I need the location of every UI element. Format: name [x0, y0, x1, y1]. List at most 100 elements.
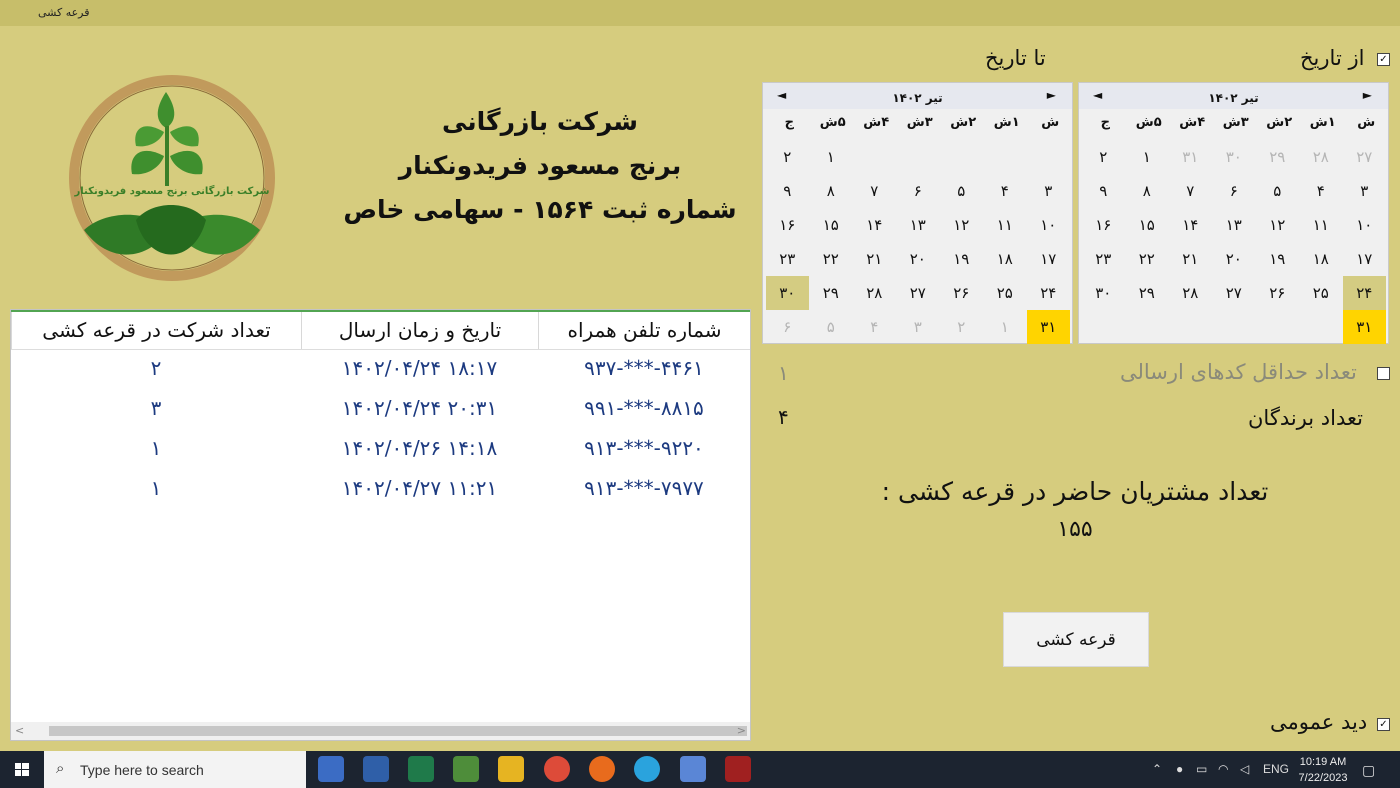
calendar-day[interactable]: ۱۴: [1169, 208, 1213, 242]
calendar-day[interactable]: ۲۱: [853, 242, 897, 276]
calendar-day[interactable]: ۲: [940, 310, 984, 344]
calendar-day[interactable]: ۱۵: [1125, 208, 1169, 242]
calendar-day[interactable]: ۲۱: [1169, 242, 1213, 276]
calendar-day[interactable]: ۲۲: [1125, 242, 1169, 276]
calendar-day[interactable]: ۳۱: [1342, 310, 1386, 344]
firefox-icon[interactable]: [589, 756, 615, 782]
calendar-day[interactable]: ۳: [1343, 174, 1387, 208]
calendar-day[interactable]: ۲۵: [983, 276, 1027, 310]
calendar-day[interactable]: ۱۸: [1299, 242, 1343, 276]
calendar-day[interactable]: ۵: [809, 310, 853, 344]
calendar-day[interactable]: ۶: [1212, 174, 1256, 208]
clock[interactable]: 10:19 AM 7/22/2023: [1290, 754, 1356, 786]
header-phone[interactable]: شماره تلفن همراه: [538, 312, 750, 349]
calendar-day[interactable]: ۱۷: [1027, 242, 1071, 276]
calendar-day[interactable]: ۲۸: [1169, 276, 1213, 310]
winners-value[interactable]: ۴: [778, 405, 789, 429]
draw-lottery-button[interactable]: قرعه کشی: [1003, 612, 1149, 667]
calendar-day[interactable]: ۳: [896, 310, 940, 344]
calendar-day[interactable]: ۲۲: [809, 242, 853, 276]
remote-desktop-icon[interactable]: [363, 756, 389, 782]
calendar-day[interactable]: ۴: [1299, 174, 1343, 208]
calendar-day[interactable]: ۹: [766, 174, 810, 208]
battery-icon[interactable]: ▭: [1196, 762, 1207, 776]
calendar-day[interactable]: ۲۹: [809, 276, 853, 310]
calendar-day[interactable]: ۲۵: [1299, 276, 1343, 310]
calendar-day[interactable]: ۲۳: [1082, 242, 1126, 276]
calendar-day[interactable]: ۳: [1027, 174, 1071, 208]
calendar-day[interactable]: ۸: [1125, 174, 1169, 208]
table-row[interactable]: ۹۱۳-***-۷۹۷۷ ۱۴۰۲/۰۴/۲۷ ۱۱:۲۱ ۱: [11, 468, 750, 508]
network-app-icon[interactable]: [318, 756, 344, 782]
file-explorer-icon[interactable]: [498, 756, 524, 782]
start-button[interactable]: [0, 751, 44, 788]
calendar-day[interactable]: ۱: [809, 140, 853, 174]
min-codes-value[interactable]: ۱: [778, 361, 789, 385]
calendar-day[interactable]: ۱۱: [1299, 208, 1343, 242]
min-codes-checkbox[interactable]: [1377, 367, 1390, 380]
lottery-app-icon[interactable]: [680, 756, 706, 782]
calendar-day[interactable]: ۱۴: [853, 208, 897, 242]
calendar-day[interactable]: ۲۳: [766, 242, 810, 276]
horizontal-scrollbar[interactable]: < >: [11, 722, 750, 740]
calendar-day[interactable]: ۴: [983, 174, 1027, 208]
chrome-icon[interactable]: [544, 756, 570, 782]
calendar-day[interactable]: ۸: [809, 174, 853, 208]
calendar-day[interactable]: ۲۰: [1212, 242, 1256, 276]
calendar-day[interactable]: ۱۲: [940, 208, 984, 242]
calendar-day[interactable]: ۲۹: [1256, 140, 1300, 174]
calendar-day[interactable]: ۱۸: [983, 242, 1027, 276]
calendar-day[interactable]: ۵: [940, 174, 984, 208]
calendar-to[interactable]: ◄ تیر ۱۴۰۲ ► ش ۱ش ۲ش ۳ش ۴ش ۵ش ج ۱ ۲ ۳ ۴ ۵ ۶ ۷ ۸ ۹ ۱۰ ۱۱ ۱…: [762, 82, 1073, 344]
calendar-day[interactable]: ۵: [1256, 174, 1300, 208]
device-manager-icon[interactable]: [408, 756, 434, 782]
scroll-right-icon[interactable]: >: [737, 724, 746, 737]
calendar-day[interactable]: ۲۰: [896, 242, 940, 276]
table-row[interactable]: ۹۹۱-***-۸۸۱۵ ۱۴۰۲/۰۴/۲۴ ۲۰:۳۱ ۳: [11, 388, 750, 428]
recorder-icon[interactable]: [725, 756, 751, 782]
calendar-day[interactable]: ۱۳: [1212, 208, 1256, 242]
calendar-day[interactable]: ۱۷: [1343, 242, 1387, 276]
calendar-day[interactable]: ۳۰: [1082, 276, 1126, 310]
calendar-day[interactable]: ۲۸: [1299, 140, 1343, 174]
calendar-day[interactable]: ۳۱: [1026, 310, 1070, 344]
calendar-day[interactable]: ۲۸: [853, 276, 897, 310]
calendar-from[interactable]: ◄ تیر ۱۴۰۲ ► ش ۱ش ۲ش ۳ش ۴ش ۵ش ج ۲۷ ۲۸ ۲۹ ۳۰ ۳۱ ۱ ۲ ۳ ۴…: [1078, 82, 1389, 344]
wifi-icon[interactable]: ◠: [1218, 762, 1228, 776]
search-input[interactable]: Type here to search: [80, 762, 204, 778]
calendar-day[interactable]: ۳۰: [765, 276, 809, 310]
notification-icon[interactable]: ▢: [1362, 762, 1375, 779]
calendar-day[interactable]: ۲۶: [940, 276, 984, 310]
calendar-day[interactable]: ۶: [766, 310, 810, 344]
calendar-day[interactable]: ۱۶: [766, 208, 810, 242]
calendar-day[interactable]: ۲۷: [1212, 276, 1256, 310]
calendar-day[interactable]: ۲۷: [1343, 140, 1387, 174]
calendar-day[interactable]: ۲: [766, 140, 810, 174]
calendar-day[interactable]: ۲: [1082, 140, 1126, 174]
calendar-day[interactable]: ۱۱: [983, 208, 1027, 242]
calendar-day[interactable]: ۲۴: [1027, 276, 1071, 310]
calendar-day[interactable]: ۱۹: [1256, 242, 1300, 276]
calendar-day[interactable]: ۱: [983, 310, 1027, 344]
calendar-day[interactable]: ۱۵: [809, 208, 853, 242]
calendar-day[interactable]: ۹: [1082, 174, 1126, 208]
language-indicator[interactable]: ENG: [1263, 762, 1289, 776]
table-row[interactable]: ۹۳۷-***-۴۴۶۱ ۱۴۰۲/۰۴/۲۴ ۱۸:۱۷ ۲: [11, 348, 750, 388]
calendar-day[interactable]: ۱۹: [940, 242, 984, 276]
calendar-day[interactable]: ۱۰: [1027, 208, 1071, 242]
volume-icon[interactable]: ◁: [1240, 762, 1249, 776]
general-view-checkbox[interactable]: ✓: [1377, 718, 1390, 731]
calendar-day[interactable]: ۲۶: [1256, 276, 1300, 310]
calendar-day[interactable]: ۱: [1125, 140, 1169, 174]
next-month-icon[interactable]: ►: [1047, 88, 1056, 102]
from-date-checkbox[interactable]: ✓: [1377, 53, 1390, 66]
scroll-left-icon[interactable]: <: [15, 724, 24, 737]
calendar-day[interactable]: ۲۴: [1342, 276, 1386, 310]
calendar-day[interactable]: ۳۰: [1212, 140, 1256, 174]
table-row[interactable]: ۹۱۳-***-۹۲۲۰ ۱۴۰۲/۰۴/۲۶ ۱۴:۱۸ ۱: [11, 428, 750, 468]
chevron-up-icon[interactable]: ⌃: [1152, 762, 1162, 776]
calendar-day[interactable]: ۲۹: [1125, 276, 1169, 310]
header-count[interactable]: تعداد شرکت در قرعه کشی: [11, 312, 301, 349]
calendar-day[interactable]: ۷: [1169, 174, 1213, 208]
calendar-day[interactable]: ۱۶: [1082, 208, 1126, 242]
